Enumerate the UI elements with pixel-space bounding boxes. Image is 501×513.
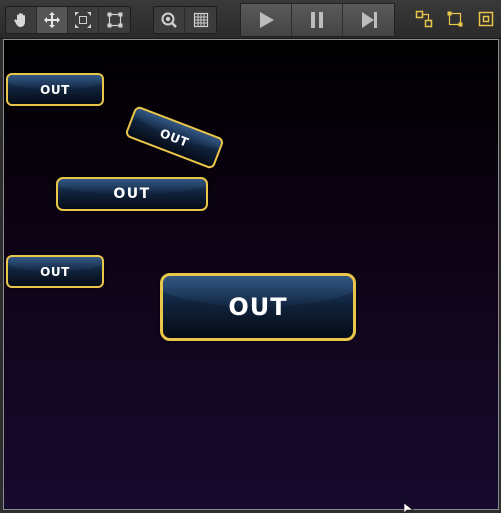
- scene-canvas[interactable]: OUT OUT OUT OUT OUT: [3, 39, 499, 510]
- editor-window: OUT OUT OUT OUT OUT: [0, 0, 501, 513]
- mouse-cursor-icon: [404, 503, 414, 513]
- toolbar: [0, 0, 501, 39]
- pause-button[interactable]: [292, 4, 343, 36]
- play-button[interactable]: [241, 4, 292, 36]
- scale-tool-button[interactable]: [68, 7, 99, 33]
- out-button-label: OUT: [40, 264, 70, 279]
- move-arrows-icon: [44, 12, 60, 28]
- grid-icon: [193, 12, 208, 28]
- out-button-label: OUT: [113, 186, 151, 202]
- scale-icon: [75, 12, 91, 28]
- pivot-snap-icon: [415, 10, 432, 28]
- transform-tools: [5, 6, 131, 34]
- move-tool-button[interactable]: [37, 7, 68, 33]
- snap-center-button[interactable]: [470, 6, 501, 32]
- pause-icon: [311, 12, 323, 28]
- out-button-label: OUT: [228, 293, 288, 321]
- snap-tools: [408, 6, 501, 32]
- out-button-small-middle[interactable]: OUT: [6, 255, 104, 288]
- step-button[interactable]: [343, 4, 394, 36]
- out-button-wide[interactable]: OUT: [56, 177, 208, 211]
- center-snap-icon: [478, 11, 493, 27]
- hand-icon: [14, 13, 25, 27]
- bounds-snap-icon: [447, 11, 462, 27]
- play-icon: [260, 12, 274, 28]
- grid-tool-button[interactable]: [185, 7, 216, 33]
- snap-pivot-button[interactable]: [408, 6, 439, 32]
- playback-controls: [240, 3, 395, 37]
- zoom-icon: [161, 12, 177, 28]
- view-tools: [153, 6, 217, 34]
- snap-bounds-button[interactable]: [439, 6, 470, 32]
- step-icon: [361, 12, 377, 28]
- zoom-tool-button[interactable]: [154, 7, 185, 33]
- rect-transform-icon: [107, 12, 122, 28]
- rect-tool-button[interactable]: [99, 7, 130, 33]
- out-button-large[interactable]: OUT: [160, 273, 356, 341]
- out-button-label: OUT: [40, 82, 70, 97]
- out-button-rotated[interactable]: OUT: [124, 105, 225, 170]
- out-button-label: OUT: [158, 125, 191, 150]
- out-button-small-top[interactable]: OUT: [6, 73, 104, 106]
- hand-tool-button[interactable]: [6, 7, 37, 33]
